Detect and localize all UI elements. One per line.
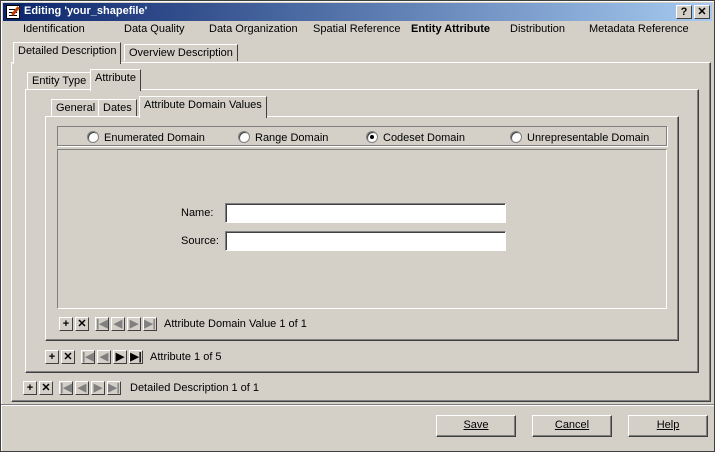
add-icon[interactable]: + (45, 350, 59, 364)
help-button[interactable]: Help (628, 415, 708, 437)
cancel-button[interactable]: Cancel (532, 415, 612, 437)
delete-icon[interactable]: ✕ (39, 381, 53, 395)
domain-value-counter: Attribute Domain Value 1 of 1 (164, 318, 307, 330)
detailed-description-navigator: + ✕ |◀ ◀ ▶ ▶| Detailed Description 1 of … (23, 381, 323, 397)
radio-enumerated-domain[interactable]: Enumerated Domain (87, 131, 205, 144)
next-record-icon[interactable]: ▶ (127, 317, 141, 331)
detailed-description-counter: Detailed Description 1 of 1 (130, 382, 260, 394)
radio-label: Enumerated Domain (104, 132, 205, 144)
next-record-icon[interactable]: ▶ (91, 381, 105, 395)
source-field[interactable] (225, 231, 506, 251)
tab-detailed-description[interactable]: Detailed Description (13, 42, 122, 64)
menu-identification[interactable]: Identification (23, 23, 85, 35)
tab-attribute-domain-values[interactable]: Attribute Domain Values (139, 96, 267, 118)
delete-icon[interactable]: ✕ (75, 317, 89, 331)
tab-dates[interactable]: Dates (98, 99, 137, 116)
add-icon[interactable]: + (59, 317, 73, 331)
help-button-label: Help (656, 419, 680, 431)
source-label: Source: (181, 235, 219, 247)
editor-window: Editing 'your_shapefile' ? ✕ Identificat… (0, 0, 715, 452)
codeset-form-area (57, 149, 667, 309)
tab-attribute[interactable]: Attribute (90, 69, 141, 91)
tab-entity-type[interactable]: Entity Type (27, 72, 92, 89)
edit-document-icon (6, 5, 20, 19)
radio-codeset-domain[interactable]: Codeset Domain (366, 131, 465, 144)
menu-metadata-reference[interactable]: Metadata Reference (589, 23, 689, 35)
radio-circle (510, 131, 522, 143)
save-button-label: Save (463, 419, 489, 431)
radio-circle (87, 131, 99, 143)
menu-data-organization[interactable]: Data Organization (209, 23, 298, 35)
attribute-counter: Attribute 1 of 5 (150, 351, 222, 363)
tab-overview-description[interactable]: Overview Description (124, 44, 238, 61)
menu-spatial-reference[interactable]: Spatial Reference (313, 23, 400, 35)
help-title-button[interactable]: ? (676, 5, 692, 19)
last-record-icon[interactable]: ▶| (107, 381, 121, 395)
first-record-icon[interactable]: |◀ (59, 381, 73, 395)
section-menu: Identification Data Quality Data Organiz… (1, 23, 715, 39)
first-record-icon[interactable]: |◀ (81, 350, 95, 364)
radio-label: Range Domain (255, 132, 329, 144)
previous-record-icon[interactable]: ◀ (97, 350, 111, 364)
first-record-icon[interactable]: |◀ (95, 317, 109, 331)
radio-label: Codeset Domain (383, 132, 465, 144)
cancel-button-label: Cancel (554, 419, 590, 431)
name-label: Name: (181, 207, 214, 219)
name-field[interactable] (225, 203, 506, 223)
menu-entity-attribute[interactable]: Entity Attribute (411, 23, 490, 35)
radio-label: Unrepresentable Domain (527, 132, 650, 144)
radio-unrepresentable-domain[interactable]: Unrepresentable Domain (510, 131, 649, 144)
menu-distribution[interactable]: Distribution (510, 23, 565, 35)
attribute-navigator: + ✕ |◀ ◀ ▶ ▶| Attribute 1 of 5 (45, 350, 345, 366)
title-bar[interactable]: Editing 'your_shapefile' ? ✕ (3, 3, 712, 21)
last-record-icon[interactable]: ▶| (143, 317, 157, 331)
last-record-icon[interactable]: ▶| (129, 350, 143, 364)
menu-data-quality[interactable]: Data Quality (124, 23, 185, 35)
previous-record-icon[interactable]: ◀ (111, 317, 125, 331)
radio-circle-selected (366, 131, 378, 143)
domain-value-navigator: + ✕ |◀ ◀ ▶ ▶| Attribute Domain Value 1 o… (59, 317, 359, 333)
add-icon[interactable]: + (23, 381, 37, 395)
window-title: Editing 'your_shapefile' (24, 5, 148, 17)
save-button[interactable]: Save (436, 415, 516, 437)
radio-circle (238, 131, 250, 143)
delete-icon[interactable]: ✕ (61, 350, 75, 364)
footer-separator (1, 404, 714, 406)
radio-range-domain[interactable]: Range Domain (238, 131, 328, 144)
tab-general[interactable]: General (51, 99, 101, 116)
close-title-button[interactable]: ✕ (694, 5, 710, 19)
previous-record-icon[interactable]: ◀ (75, 381, 89, 395)
next-record-icon[interactable]: ▶ (113, 350, 127, 364)
